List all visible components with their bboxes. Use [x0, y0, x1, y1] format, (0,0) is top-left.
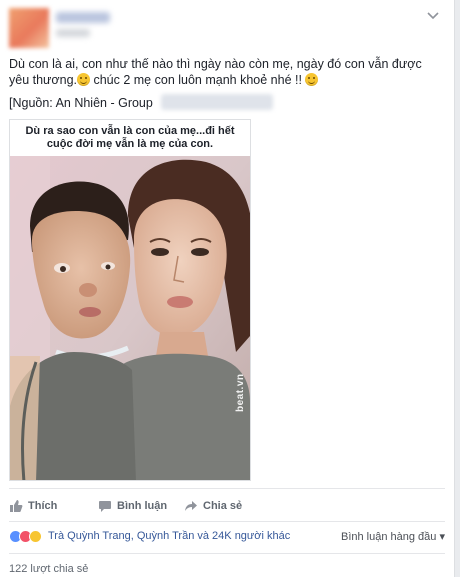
post-message: Dù con là ai, con như thế nào thì ngày n… [9, 56, 445, 88]
post-photo[interactable]: Dù ra sao con vẫn là con của mẹ...đi hết… [9, 119, 251, 481]
share-count[interactable]: 122 lượt chia sẻ [9, 563, 88, 575]
reactions-summary[interactable]: Trà Quỳnh Trang, Quỳnh Trần và 24K người… [9, 528, 445, 546]
speech-bubble-icon [99, 501, 111, 512]
group-link-blurred[interactable] [161, 94, 273, 110]
photo-image [10, 156, 250, 480]
author-avatar[interactable] [9, 8, 49, 48]
comment-sort-label: Bình luận hàng đầu [340, 531, 437, 543]
post-header [0, 0, 455, 48]
post-text-line2b: chúc 2 mẹ con luôn mạnh khoẻ nhé !! [90, 73, 302, 87]
share-arrow-icon [185, 501, 197, 511]
caret-down-icon: ▾ [439, 531, 445, 543]
smile-emoji-icon [77, 73, 90, 86]
post-menu-chevron-down-icon[interactable] [425, 8, 441, 24]
smile-emoji-icon [305, 73, 319, 86]
post-timestamp-blurred[interactable] [56, 29, 90, 37]
shares-divider [9, 553, 445, 554]
comment-button[interactable]: Bình luận [98, 496, 167, 516]
feed-post: Dù con là ai, con như thế nào thì ngày n… [0, 0, 455, 577]
photo-caption: Dù ra sao con vẫn là con của mẹ...đi hết… [10, 120, 250, 156]
share-label: Chia sẻ [203, 500, 243, 512]
photo-watermark: beat.vn [235, 373, 246, 412]
author-name-blurred[interactable] [56, 12, 110, 23]
post-text-line1: Dù con là ai, con như thế nào thì ngày n… [9, 57, 422, 71]
actions-divider-bottom [9, 521, 445, 522]
comment-label: Bình luận [117, 500, 168, 512]
like-label: Thích [28, 500, 58, 512]
share-button[interactable]: Chia sẻ [184, 496, 242, 516]
post-source-text: [Nguồn: An Nhiên - Group [9, 96, 153, 110]
actions-divider-top [9, 488, 445, 489]
comment-sort-dropdown[interactable]: Bình luận hàng đầu ▾ [341, 530, 445, 543]
reactions-text[interactable]: Trà Quỳnh Trang, Quỳnh Trần và 24K người… [48, 530, 290, 542]
haha-reaction-icon [29, 530, 42, 543]
thumbs-up-icon [10, 500, 23, 512]
post-text-line2a: yêu thương. [9, 73, 77, 87]
like-button[interactable]: Thích [9, 496, 57, 516]
